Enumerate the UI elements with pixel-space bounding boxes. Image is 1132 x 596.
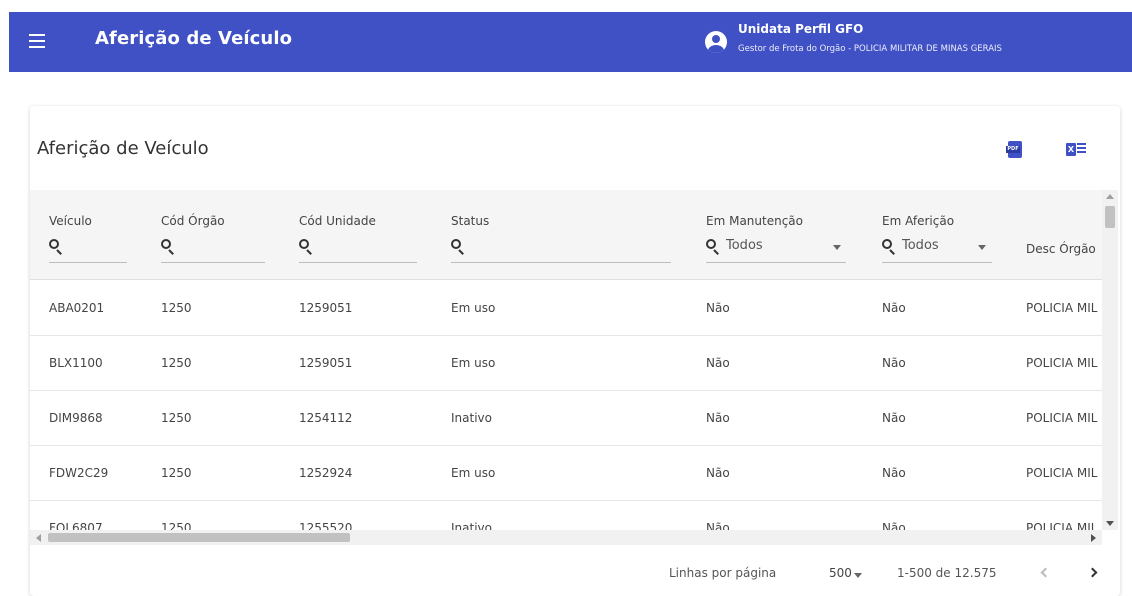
cell-em-afericao: Não	[882, 411, 906, 425]
excel-icon: X	[1066, 143, 1076, 156]
cell-status: Inativo	[451, 521, 492, 530]
vertical-scrollbar[interactable]	[1102, 190, 1118, 530]
cell-status: Inativo	[451, 411, 492, 425]
excel-lines-icon	[1077, 143, 1086, 156]
filter-em-afericao-value: Todos	[902, 238, 939, 253]
filter-em-afericao-select[interactable]: Todos	[882, 235, 992, 263]
chevron-down-icon	[833, 245, 841, 250]
cell-cod-orgao: 1250	[161, 411, 192, 425]
export-pdf-button[interactable]: PDF	[1006, 140, 1028, 160]
cell-veiculo: FDW2C29	[49, 466, 109, 480]
cell-em-manutencao: Não	[706, 356, 730, 370]
column-header-cod-unidade[interactable]: Cód Unidade	[299, 214, 376, 228]
cell-em-manutencao: Não	[706, 466, 730, 480]
scroll-up-icon[interactable]	[1106, 194, 1114, 199]
filter-cod-unidade[interactable]	[299, 235, 417, 263]
column-header-status[interactable]: Status	[451, 214, 489, 228]
previous-page-button[interactable]	[1038, 564, 1052, 582]
chevron-right-icon	[1087, 567, 1098, 578]
horizontal-scrollbar[interactable]	[30, 530, 1102, 545]
hamburger-menu-icon[interactable]	[29, 34, 45, 48]
column-header-em-manutencao[interactable]: Em Manutenção	[706, 214, 803, 228]
column-header-veiculo[interactable]: Veículo	[49, 214, 92, 228]
cell-cod-unidade: 1252924	[299, 466, 353, 480]
cell-em-afericao: Não	[882, 466, 906, 480]
search-icon	[451, 239, 465, 255]
column-header-em-afericao[interactable]: Em Aferição	[882, 214, 954, 228]
next-page-button[interactable]	[1087, 564, 1102, 582]
chevron-down-icon	[978, 245, 986, 250]
pdf-tag: PDF	[1006, 146, 1020, 153]
column-header-cod-orgao[interactable]: Cód Órgão	[161, 214, 225, 228]
cell-veiculo: BLX1100	[49, 356, 103, 370]
chevron-left-icon	[1040, 567, 1051, 578]
table-header: Veículo Cód Órgão Cód Unidade Status Em …	[30, 190, 1102, 280]
cell-desc-orgao: POLICIA MIL	[1026, 521, 1098, 530]
cell-cod-orgao: 1250	[161, 521, 192, 530]
cell-em-manutencao: Não	[706, 301, 730, 315]
cell-em-afericao: Não	[882, 521, 906, 530]
cell-desc-orgao: POLICIA MIL	[1026, 411, 1098, 425]
export-excel-button[interactable]: X	[1066, 140, 1088, 160]
cell-cod-unidade: 1259051	[299, 301, 353, 315]
cell-em-afericao: Não	[882, 301, 906, 315]
search-icon	[161, 239, 175, 255]
horizontal-scroll-thumb[interactable]	[48, 533, 350, 542]
cell-veiculo: ABA0201	[49, 301, 105, 315]
data-table: Veículo Cód Órgão Cód Unidade Status Em …	[30, 190, 1102, 530]
search-icon	[49, 239, 63, 255]
filter-em-manutencao-select[interactable]: Todos	[706, 235, 846, 263]
scroll-right-icon[interactable]	[1091, 534, 1096, 542]
user-name: Unidata Perfil GFO	[738, 22, 864, 36]
column-header-desc-orgao[interactable]: Desc Órgão	[1026, 242, 1096, 256]
app-bar: Aferição de Veículo Unidata Perfil GFO G…	[9, 12, 1132, 72]
rows-per-page-label: Linhas por página	[669, 566, 777, 580]
cell-em-manutencao: Não	[706, 411, 730, 425]
filter-status[interactable]	[451, 235, 671, 263]
cell-cod-unidade: 1255520	[299, 521, 353, 530]
scroll-down-icon[interactable]	[1106, 521, 1114, 526]
cell-cod-orgao: 1250	[161, 466, 192, 480]
table-row[interactable]: FDW2C29 1250 1252924 Em uso Não Não POLI…	[30, 446, 1102, 501]
cell-status: Em uso	[451, 356, 496, 370]
cell-veiculo: DIM9868	[49, 411, 103, 425]
account-circle-icon[interactable]	[705, 31, 727, 53]
table-row[interactable]: ABA0201 1250 1259051 Em uso Não Não POLI…	[30, 281, 1102, 336]
chevron-down-icon	[854, 573, 862, 578]
app-title: Aferição de Veículo	[95, 28, 293, 49]
cell-cod-unidade: 1254112	[299, 411, 353, 425]
search-icon	[882, 239, 896, 255]
filter-em-manutencao-value: Todos	[726, 238, 763, 253]
user-role: Gestor de Frota do Orgão - POLICIA MILIT…	[738, 44, 1002, 54]
cell-veiculo: FOL6807	[49, 521, 103, 530]
cell-desc-orgao: POLICIA MIL	[1026, 356, 1098, 370]
vertical-scroll-thumb[interactable]	[1105, 206, 1115, 228]
table-row[interactable]: BLX1100 1250 1259051 Em uso Não Não POLI…	[30, 336, 1102, 391]
search-icon	[299, 239, 313, 255]
cell-em-afericao: Não	[882, 356, 906, 370]
cell-em-manutencao: Não	[706, 521, 730, 530]
filter-cod-orgao[interactable]	[161, 235, 265, 263]
cell-cod-orgao: 1250	[161, 356, 192, 370]
pagination-range: 1-500 de 12.575	[897, 566, 997, 580]
cell-status: Em uso	[451, 301, 496, 315]
cell-status: Em uso	[451, 466, 496, 480]
cell-cod-unidade: 1259051	[299, 356, 353, 370]
table-row[interactable]: DIM9868 1250 1254112 Inativo Não Não POL…	[30, 391, 1102, 446]
table-row[interactable]: FOL6807 1250 1255520 Inativo Não Não POL…	[30, 501, 1102, 530]
scroll-left-icon[interactable]	[36, 534, 41, 542]
cell-cod-orgao: 1250	[161, 301, 192, 315]
rows-per-page-select[interactable]: 500	[829, 562, 863, 584]
card-title: Aferição de Veículo	[37, 138, 209, 159]
cell-desc-orgao: POLICIA MIL	[1026, 301, 1098, 315]
filter-veiculo[interactable]	[49, 235, 127, 263]
search-icon	[706, 239, 720, 255]
cell-desc-orgao: POLICIA MIL	[1026, 466, 1098, 480]
rows-per-page-value: 500	[829, 566, 852, 580]
